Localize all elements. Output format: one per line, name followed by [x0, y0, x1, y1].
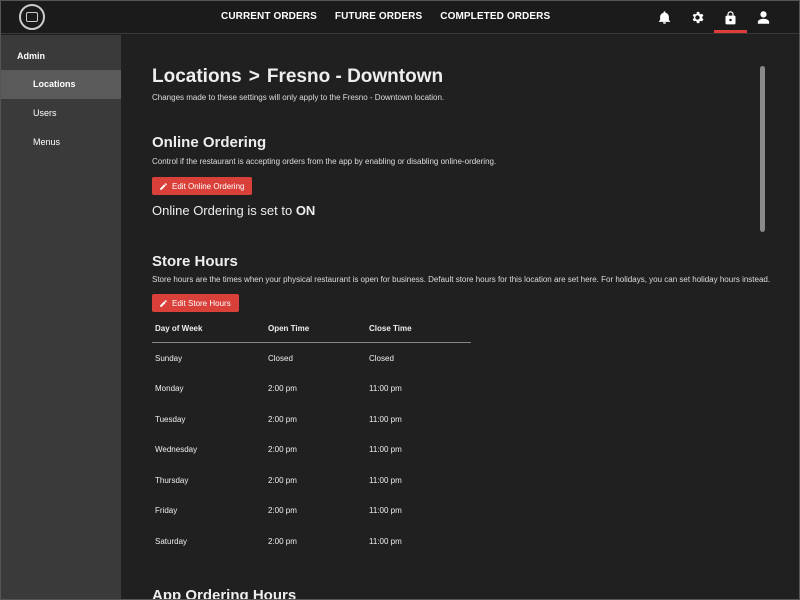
- open-time-cell: Closed: [268, 353, 293, 363]
- edit-online-ordering-label: Edit Online Ordering: [172, 181, 245, 191]
- table-row: Sunday Closed Closed: [152, 343, 471, 374]
- day-cell: Tuesday: [155, 414, 186, 424]
- close-time-cell: 11:00 pm: [369, 445, 402, 455]
- app-ordering-hours-title: App Ordering Hours: [152, 587, 297, 600]
- content-scrollbar[interactable]: [760, 66, 765, 232]
- open-time-cell: 2:00 pm: [268, 384, 297, 394]
- column-header-close: Close Time: [369, 324, 412, 333]
- breadcrumb: Locations > Fresno - Downtown: [152, 66, 443, 88]
- open-time-cell: 2:00 pm: [268, 536, 297, 546]
- online-ordering-description: Control if the restaurant is accepting o…: [152, 157, 497, 166]
- close-time-cell: 11:00 pm: [369, 384, 402, 394]
- restaurant-logo[interactable]: [19, 4, 45, 30]
- open-time-cell: 2:00 pm: [268, 475, 297, 485]
- table-row: Thursday 2:00 pm 11:00 pm: [152, 465, 471, 496]
- store-hours-table: Day of Week Open Time Close Time Sunday …: [152, 315, 471, 557]
- edit-online-ordering-button[interactable]: Edit Online Ordering: [152, 177, 253, 195]
- close-time-cell: Closed: [369, 353, 394, 363]
- table-header-row: Day of Week Open Time Close Time: [152, 315, 471, 343]
- table-row: Saturday 2:00 pm 11:00 pm: [152, 526, 471, 557]
- pencil-icon: [160, 299, 167, 307]
- nav-future-orders[interactable]: FUTURE ORDERS: [326, 0, 431, 34]
- column-header-day: Day of Week: [155, 324, 203, 333]
- edit-store-hours-label: Edit Store Hours: [172, 298, 231, 308]
- sidebar-item-users[interactable]: Users: [0, 99, 121, 128]
- open-time-cell: 2:00 pm: [268, 506, 297, 516]
- online-ordering-status-prefix: Online Ordering is set to: [152, 203, 293, 218]
- main-content[interactable]: Locations > Fresno - Downtown Changes made…: [121, 35, 800, 600]
- bell-icon: [658, 10, 671, 24]
- column-header-open: Open Time: [268, 324, 310, 333]
- top-navigation-bar: CURRENT ORDERS FUTURE ORDERS COMPLETED O…: [0, 0, 800, 34]
- online-ordering-status-value: ON: [295, 203, 316, 218]
- close-time-cell: 11:00 pm: [369, 475, 402, 485]
- breadcrumb-locations-link[interactable]: Locations: [152, 66, 242, 87]
- admin-sidebar: Admin Locations Users Menus: [0, 35, 121, 600]
- admin-lock-button[interactable]: [714, 0, 747, 34]
- table-row: Wednesday 2:00 pm 11:00 pm: [152, 435, 471, 466]
- table-row: Friday 2:00 pm 11:00 pm: [152, 496, 471, 527]
- account-button[interactable]: [747, 0, 780, 34]
- user-icon: [757, 10, 770, 24]
- nav-completed-orders[interactable]: COMPLETED ORDERS: [431, 0, 559, 34]
- breadcrumb-separator: >: [248, 66, 260, 87]
- sidebar-item-menus[interactable]: Menus: [0, 128, 121, 157]
- close-time-cell: 11:00 pm: [369, 506, 402, 516]
- open-time-cell: 2:00 pm: [268, 414, 297, 424]
- edit-store-hours-button[interactable]: Edit Store Hours: [152, 294, 239, 312]
- day-cell: Saturday: [155, 536, 188, 546]
- logo-emblem: [26, 12, 38, 22]
- close-time-cell: 11:00 pm: [369, 414, 402, 424]
- settings-button[interactable]: [681, 0, 714, 34]
- nav-current-orders[interactable]: CURRENT ORDERS: [212, 0, 326, 34]
- day-cell: Wednesday: [155, 445, 198, 455]
- open-time-cell: 2:00 pm: [268, 445, 297, 455]
- page-description: Changes made to these settings will only…: [152, 93, 445, 102]
- pencil-icon: [160, 182, 167, 190]
- day-cell: Thursday: [155, 475, 189, 485]
- breadcrumb-current-location: Fresno - Downtown: [266, 66, 444, 87]
- sidebar-title: Admin: [17, 51, 45, 61]
- main-nav: CURRENT ORDERS FUTURE ORDERS COMPLETED O…: [212, 0, 559, 34]
- day-cell: Sunday: [155, 353, 183, 363]
- online-ordering-status: Online Ordering is set to ON: [152, 203, 315, 218]
- sidebar-item-locations[interactable]: Locations: [0, 70, 121, 99]
- header-icon-group: [648, 0, 780, 34]
- lock-icon: [725, 10, 736, 24]
- store-hours-title: Store Hours: [152, 253, 238, 270]
- table-row: Tuesday 2:00 pm 11:00 pm: [152, 404, 471, 435]
- store-hours-description: Store hours are the times when your phys…: [152, 275, 771, 284]
- close-time-cell: 11:00 pm: [369, 536, 402, 546]
- day-cell: Friday: [155, 506, 178, 516]
- day-cell: Monday: [155, 384, 184, 394]
- table-row: Monday 2:00 pm 11:00 pm: [152, 374, 471, 405]
- notifications-button[interactable]: [648, 0, 681, 34]
- online-ordering-title: Online Ordering: [152, 134, 267, 151]
- gear-icon: [692, 11, 704, 23]
